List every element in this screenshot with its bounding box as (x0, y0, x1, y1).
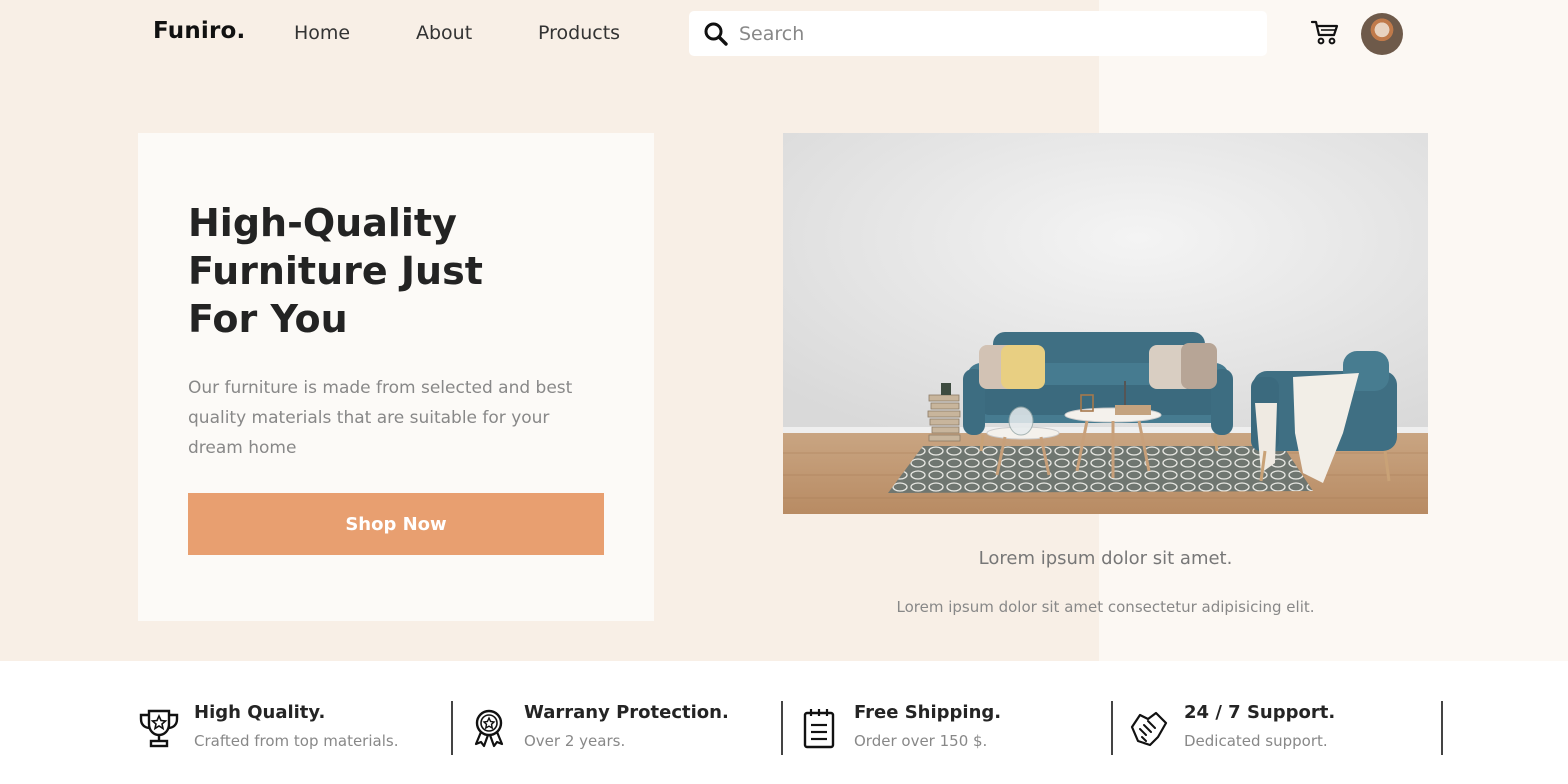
feature-title: 24 / 7 Support. (1184, 702, 1336, 723)
nav-about-link[interactable]: About (416, 22, 472, 44)
nav-home-link[interactable]: Home (294, 22, 350, 44)
search-bar (689, 11, 1267, 56)
feature-divider (1111, 701, 1113, 755)
user-avatar[interactable] (1361, 13, 1403, 55)
feature-divider (781, 701, 783, 755)
hero-title: High-Quality Furniture Just For You (188, 199, 588, 343)
feature-divider (1441, 701, 1443, 755)
showcase-caption: Lorem ipsum dolor sit amet. (978, 548, 1233, 569)
feature-title: High Quality. (194, 702, 326, 723)
hero-description: Our furniture is made from selected and … (188, 378, 573, 458)
badge-icon (474, 709, 504, 748)
living-room-photo (783, 133, 1428, 514)
feature-subtitle: Dedicated support. (1184, 732, 1328, 750)
handshake-icon (1130, 711, 1168, 747)
feature-subtitle: Over 2 years. (524, 732, 626, 750)
shop-now-button[interactable]: Shop Now (188, 493, 604, 555)
search-icon[interactable] (703, 21, 729, 47)
nav-products-link[interactable]: Products (538, 22, 620, 44)
trophy-icon (139, 709, 179, 748)
feature-divider (451, 701, 453, 755)
hero-card: High-Quality Furniture Just For You Our … (138, 133, 654, 621)
search-input[interactable] (739, 19, 1249, 48)
clipboard-icon (803, 709, 835, 749)
feature-subtitle: Order over 150 $. (854, 732, 988, 750)
feature-subtitle: Crafted from top materials. (194, 732, 399, 750)
feature-title: Free Shipping. (854, 702, 1002, 723)
hero-title-line-3: For You (188, 297, 348, 341)
site-header: Funiro. Home About Products (0, 0, 1568, 66)
hero-title-line-1: High-Quality (188, 201, 457, 245)
showcase-subcaption: Lorem ipsum dolor sit amet consectetur a… (896, 598, 1315, 616)
cart-icon[interactable] (1310, 18, 1340, 46)
feature-title: Warrany Protection. (524, 702, 729, 723)
brand-logo[interactable]: Funiro. (153, 18, 245, 44)
features-bar: High Quality. Crafted from top materials… (0, 661, 1568, 784)
hero-title-line-2: Furniture Just (188, 249, 483, 293)
